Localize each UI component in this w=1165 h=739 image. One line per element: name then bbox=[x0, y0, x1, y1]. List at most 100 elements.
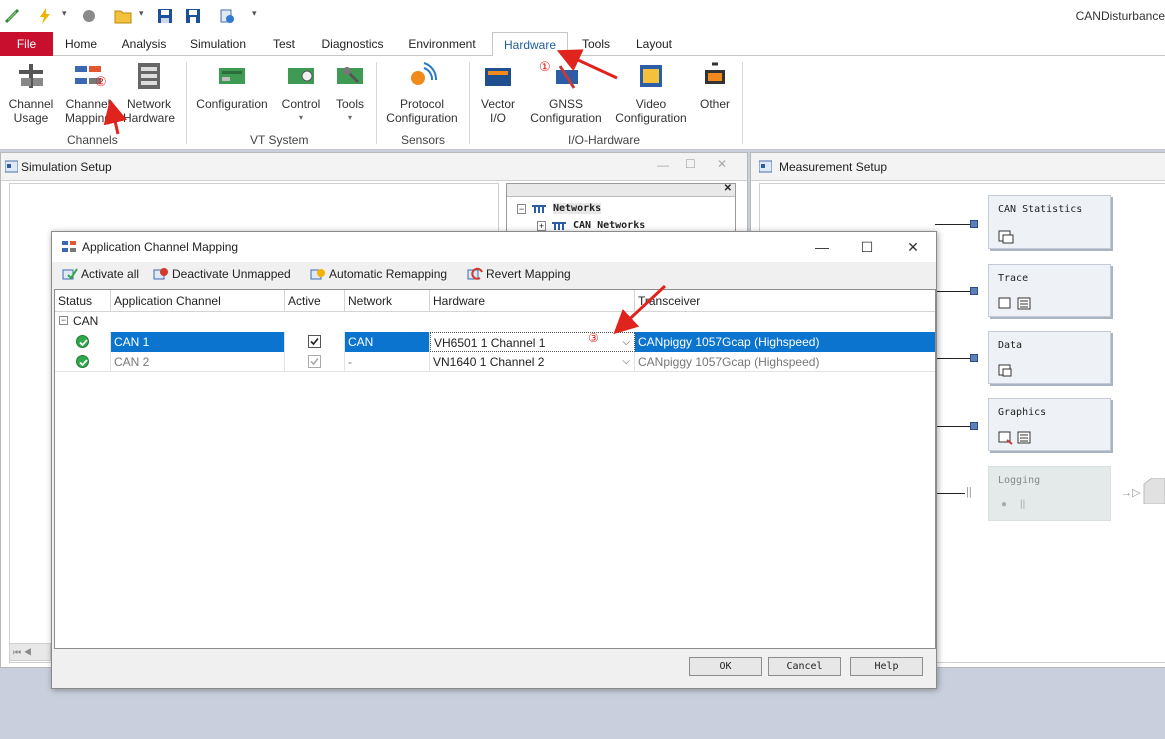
network-tree-header: ✕ bbox=[507, 183, 735, 197]
tab-diagnostics[interactable]: Diagnostics bbox=[315, 32, 390, 56]
help-button[interactable]: Help bbox=[850, 657, 923, 676]
group-separator bbox=[376, 62, 377, 144]
automatic-remapping-button[interactable]: Automatic Remapping bbox=[310, 267, 447, 283]
ok-button[interactable]: OK bbox=[689, 657, 762, 676]
active-checkbox[interactable] bbox=[308, 355, 321, 368]
vt-configuration-button[interactable]: Configuration bbox=[194, 60, 270, 111]
table-row[interactable]: CAN 2 - VN1640 1 Channel 2 ⌵ CANpiggy 10… bbox=[55, 352, 935, 372]
tree-collapse-icon[interactable]: − bbox=[517, 204, 526, 214]
deactivate-unmapped-button[interactable]: Deactivate Unmapped bbox=[153, 267, 291, 283]
column-status[interactable]: Status bbox=[55, 290, 111, 312]
cancel-button[interactable]: Cancel bbox=[768, 657, 841, 676]
connector-line bbox=[935, 358, 975, 359]
tab-test[interactable]: Test bbox=[266, 32, 302, 56]
open-dropdown-icon[interactable]: ▾ bbox=[139, 8, 144, 24]
tree-item-networks[interactable]: Networks bbox=[553, 203, 602, 214]
other-hardware-button[interactable]: Other bbox=[695, 60, 735, 111]
table-row[interactable]: CAN 1 CAN VH6501 1 Channel 1 ⌵ CANpiggy … bbox=[55, 332, 935, 352]
maximize-icon[interactable]: ☐ bbox=[685, 157, 696, 171]
tree-item-can-networks[interactable]: CAN Networks bbox=[573, 220, 645, 231]
group-label-can: CAN bbox=[73, 314, 99, 328]
activate-all-button[interactable]: Activate all bbox=[62, 267, 139, 283]
connector-node[interactable] bbox=[970, 287, 978, 295]
network-tree-close-icon[interactable]: ✕ bbox=[724, 183, 732, 194]
application-channel-cell: CAN 1 bbox=[111, 332, 285, 352]
connector-node[interactable] bbox=[970, 354, 978, 362]
transceiver-cell: CANpiggy 1057Gcap (Highspeed) bbox=[638, 355, 820, 369]
save-icon[interactable] bbox=[157, 8, 173, 24]
graphics-block[interactable]: Graphics bbox=[988, 398, 1111, 451]
vector-io-button[interactable]: Vector I/O bbox=[476, 60, 520, 125]
network-hardware-button[interactable]: Network Hardware bbox=[120, 60, 178, 125]
column-hardware[interactable]: Hardware bbox=[430, 290, 635, 312]
minimize-icon[interactable]: — bbox=[657, 158, 669, 172]
active-checkbox[interactable] bbox=[308, 335, 321, 348]
revert-mapping-button[interactable]: Revert Mapping bbox=[467, 267, 571, 283]
protocol-configuration-button[interactable]: Protocol Configuration bbox=[384, 60, 460, 125]
dialog-close-icon[interactable]: ✕ bbox=[898, 237, 928, 257]
trace-window-icons[interactable] bbox=[998, 297, 1032, 311]
status-cell bbox=[55, 332, 111, 352]
graphics-window-icons[interactable] bbox=[998, 431, 1032, 445]
lightning-icon[interactable] bbox=[38, 8, 52, 24]
settings-icon[interactable] bbox=[219, 8, 235, 24]
start-dropdown-icon[interactable]: ▾ bbox=[62, 8, 67, 24]
tree-expand-icon[interactable]: + bbox=[537, 221, 546, 231]
hardware-select[interactable]: VH6501 1 Channel 1 ⌵ bbox=[430, 332, 635, 352]
stop-icon[interactable] bbox=[82, 8, 96, 24]
measurement-setup-icon bbox=[759, 160, 772, 173]
trace-block[interactable]: Trace bbox=[988, 264, 1111, 317]
channel-usage-button[interactable]: Channel Usage bbox=[4, 60, 58, 125]
column-application-channel[interactable]: Application Channel bbox=[111, 290, 285, 312]
ribbon-tabs: File Home Analysis Simulation Test Diagn… bbox=[0, 32, 1165, 57]
tab-tools[interactable]: Tools bbox=[575, 32, 617, 56]
hardware-select[interactable]: VN1640 1 Channel 2 ⌵ bbox=[430, 352, 635, 372]
vt-tools-button[interactable]: Tools ▾ bbox=[330, 60, 370, 125]
tab-environment[interactable]: Environment bbox=[400, 32, 484, 56]
active-cell bbox=[285, 332, 345, 352]
status-ok-icon bbox=[76, 335, 89, 348]
group-row-can[interactable]: − CAN bbox=[55, 312, 935, 332]
logging-pause-icon[interactable]: || bbox=[1020, 499, 1025, 510]
data-block[interactable]: Data bbox=[988, 331, 1111, 384]
vt-control-icon bbox=[288, 68, 314, 84]
logging-break-icon[interactable]: || bbox=[966, 486, 972, 498]
tab-simulation[interactable]: Simulation bbox=[183, 32, 253, 56]
save-as-icon[interactable] bbox=[185, 8, 201, 24]
vt-control-button[interactable]: Control ▾ bbox=[276, 60, 326, 125]
chevron-down-icon[interactable]: ⌵ bbox=[622, 333, 630, 351]
column-transceiver[interactable]: Transceiver bbox=[635, 290, 935, 312]
video-film-icon bbox=[640, 65, 662, 87]
tab-analysis[interactable]: Analysis bbox=[117, 32, 171, 56]
logging-file-icon[interactable] bbox=[1140, 478, 1165, 504]
channel-mapping-button[interactable]: Channel Mapping bbox=[61, 60, 115, 125]
customize-qat-icon[interactable]: ▾ bbox=[252, 8, 257, 24]
logging-block[interactable]: Logging ● || bbox=[988, 466, 1111, 521]
network-cell: - bbox=[345, 352, 430, 372]
data-window-icon[interactable] bbox=[998, 364, 1014, 378]
tab-layout[interactable]: Layout bbox=[628, 32, 680, 56]
chevron-down-icon[interactable]: ⌵ bbox=[622, 352, 630, 372]
tab-file[interactable]: File bbox=[0, 32, 53, 56]
sensor-signal-icon bbox=[411, 62, 438, 85]
video-configuration-button[interactable]: Video Configuration bbox=[612, 60, 690, 125]
dialog-maximize-icon[interactable]: ☐ bbox=[852, 237, 882, 257]
statistics-window-icon[interactable] bbox=[998, 230, 1014, 244]
tab-home[interactable]: Home bbox=[57, 32, 105, 56]
connector-node[interactable] bbox=[970, 220, 978, 228]
group-collapse-icon[interactable]: − bbox=[59, 316, 68, 325]
can-statistics-block[interactable]: CAN Statistics bbox=[988, 195, 1111, 249]
logging-record-icon[interactable]: ● bbox=[1001, 499, 1007, 510]
column-active[interactable]: Active bbox=[285, 290, 345, 312]
network-hardware-label: Network Hardware bbox=[122, 97, 176, 125]
channel-usage-icon bbox=[19, 64, 43, 88]
open-folder-icon[interactable] bbox=[114, 8, 132, 24]
gnss-configuration-label: GNSS Configuration bbox=[530, 97, 602, 125]
connector-node[interactable] bbox=[970, 422, 978, 430]
dialog-minimize-icon[interactable]: — bbox=[807, 237, 837, 257]
close-icon[interactable]: ✕ bbox=[717, 157, 727, 171]
connector-line bbox=[935, 224, 975, 225]
canvas-scroll-buttons[interactable]: ⏮ ◀ bbox=[9, 643, 51, 661]
tab-hardware[interactable]: Hardware bbox=[492, 32, 568, 57]
column-network[interactable]: Network bbox=[345, 290, 430, 312]
